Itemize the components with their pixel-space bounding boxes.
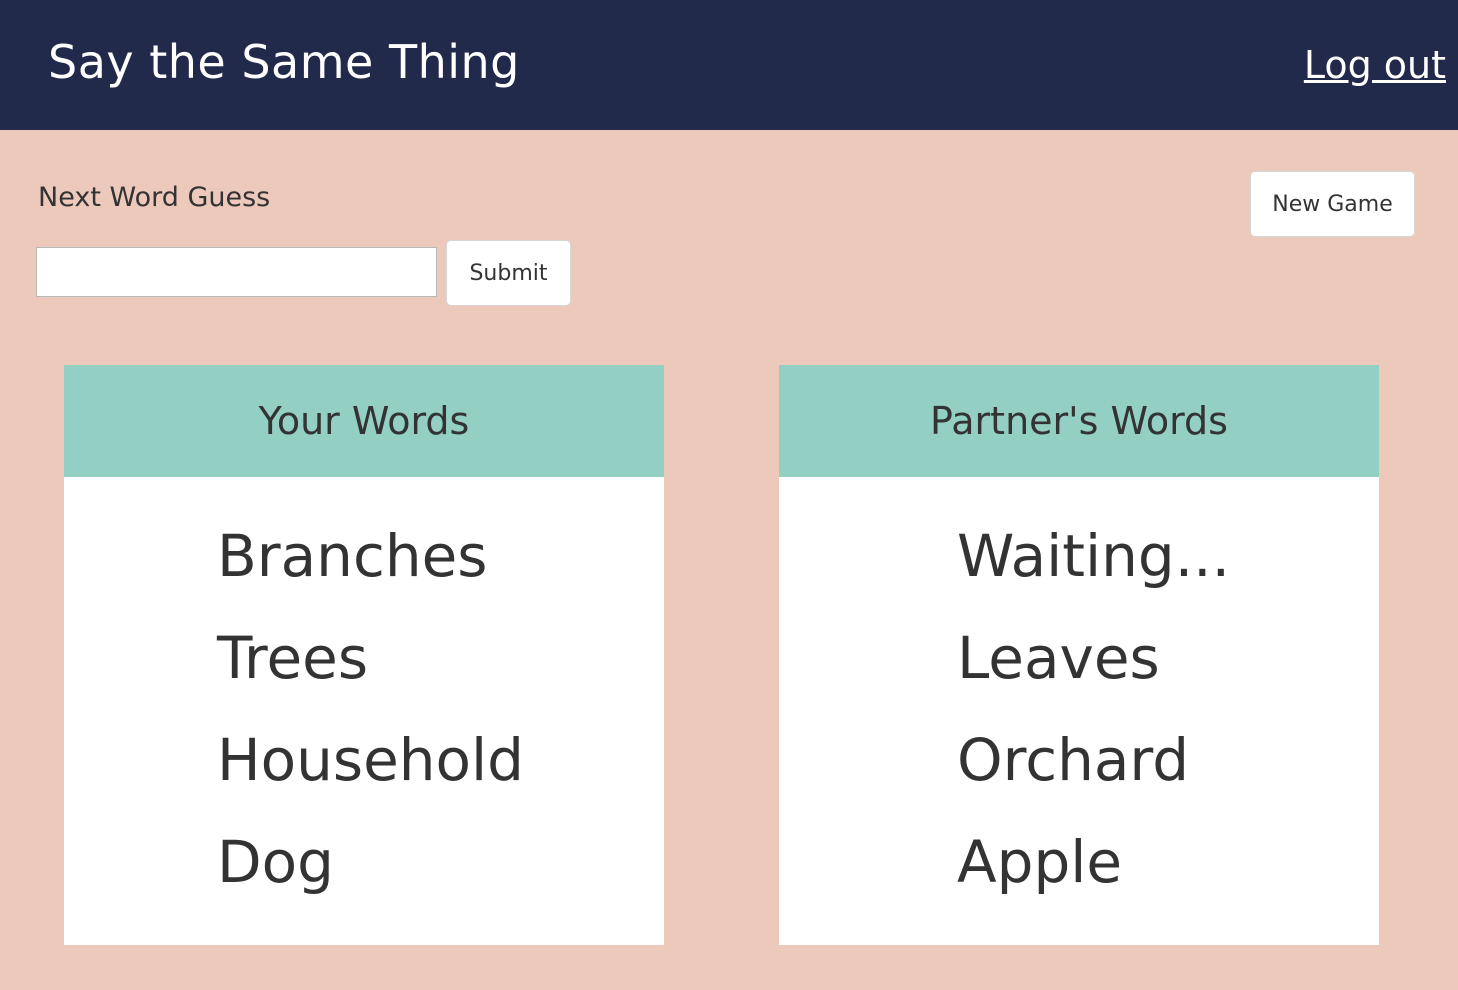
list-item: Branches — [217, 522, 488, 590]
your-words-list: Branches Trees Household Dog — [217, 505, 524, 913]
partner-words-header: Partner's Words — [779, 365, 1379, 477]
next-word-guess-label: Next Word Guess — [38, 182, 271, 213]
submit-button[interactable]: Submit — [446, 240, 571, 306]
your-words-header: Your Words — [64, 365, 664, 477]
partner-words-panel: Partner's Words Waiting... Leaves Orchar… — [779, 365, 1379, 945]
list-item: Orchard — [957, 726, 1190, 794]
list-item: Leaves — [957, 624, 1160, 692]
list-item: Waiting... — [957, 522, 1231, 590]
new-game-button[interactable]: New Game — [1250, 171, 1415, 237]
next-word-guess-input[interactable] — [36, 247, 437, 297]
navbar: Say the Same Thing Log out — [0, 0, 1458, 130]
partner-words-list: Waiting... Leaves Orchard Apple — [957, 505, 1230, 913]
list-item: Trees — [217, 624, 369, 692]
list-item: Household — [217, 726, 524, 794]
list-item: Dog — [217, 828, 334, 896]
your-words-panel: Your Words Branches Trees Household Dog — [64, 365, 664, 945]
logout-link[interactable]: Log out — [1304, 40, 1446, 90]
app-title[interactable]: Say the Same Thing — [48, 34, 520, 90]
list-item: Apple — [957, 828, 1123, 896]
